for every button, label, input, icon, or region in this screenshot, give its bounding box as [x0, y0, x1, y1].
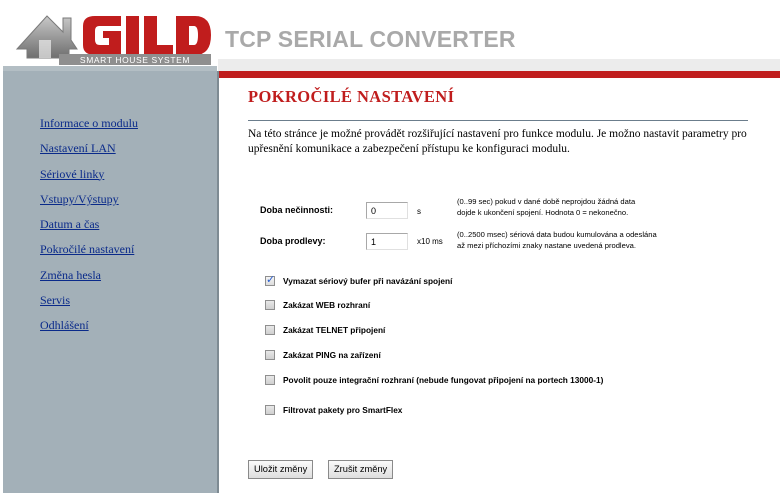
cancel-button[interactable]: Zrušit změny — [328, 460, 394, 479]
integration-only-label: Povolit pouze integrační rozhraní (nebud… — [283, 375, 604, 385]
nav-link-pokrocile-nastaveni[interactable]: Pokročilé nastavení — [40, 242, 134, 256]
delay-label: Doba prodlevy: — [260, 236, 326, 246]
gild-logo: SMART HOUSE SYSTEM — [15, 15, 211, 65]
check-icon: ✓ — [266, 273, 276, 286]
sidebar-item-advanced: Pokročilé nastavení — [40, 240, 138, 265]
header-band — [218, 59, 780, 71]
delay-input[interactable] — [366, 233, 408, 250]
nav-link-zmena-hesla[interactable]: Změna hesla — [40, 268, 101, 282]
sidebar-item-info: Informace o modulu — [40, 114, 138, 139]
smartflex-filter-checkbox[interactable] — [265, 405, 275, 415]
accent-stripe — [218, 71, 780, 78]
sidebar-item-password: Změna hesla — [40, 266, 138, 291]
nav-link-informace-o-modulu[interactable]: Informace o modulu — [40, 116, 138, 130]
idle-timeout-hint: (0..99 sec) pokud v dané době neprojdou … — [457, 197, 757, 218]
disable-ping-checkbox[interactable] — [265, 350, 275, 360]
idle-timeout-label: Doba nečinnosti: — [260, 205, 334, 215]
sidebar-item-datetime: Datum a čas — [40, 215, 138, 240]
disable-web-option[interactable]: Zakázat WEB rozhraní — [265, 298, 370, 312]
nav-link-servis[interactable]: Servis — [40, 293, 70, 307]
sidebar-item-io: Vstupy/Výstupy — [40, 190, 138, 215]
sidebar-item-serial: Sériové linky — [40, 165, 138, 190]
header: SMART HOUSE SYSTEM TCP SERIAL CONVERTER — [0, 0, 780, 65]
disable-web-label: Zakázat WEB rozhraní — [283, 300, 371, 310]
clear-buffer-option[interactable]: ✓ Vymazat sériový bufer při navázání spo… — [265, 274, 452, 288]
idle-timeout-input[interactable] — [366, 202, 408, 219]
nav-link-odhlaseni[interactable]: Odhlášení — [40, 318, 89, 332]
disable-ping-option[interactable]: Zakázat PING na zařízení — [265, 348, 381, 362]
disable-telnet-label: Zakázat TELNET připojení — [283, 325, 386, 335]
delay-hint-line1: (0..2500 msec) sériová data budou kumulo… — [457, 230, 657, 239]
clear-buffer-label: Vymazat sériový bufer při navázání spoje… — [283, 276, 453, 286]
disable-telnet-option[interactable]: Zakázat TELNET připojení — [265, 323, 385, 337]
idle-timeout-hint-line2: dojde k ukončení spojení. Hodnota 0 = ne… — [457, 207, 629, 217]
nav-link-datum-a-cas[interactable]: Datum a čas — [40, 217, 99, 231]
sidebar-item-service: Servis — [40, 291, 138, 316]
smartflex-filter-option[interactable]: Filtrovat pakety pro SmartFlex — [265, 403, 402, 417]
disable-ping-label: Zakázat PING na zařízení — [283, 350, 381, 360]
idle-timeout-hint-line1: (0..99 sec) pokud v dané době neprojdou … — [457, 197, 636, 206]
sidebar-nav: Informace o modulu Nastavení LAN Sériové… — [40, 114, 138, 342]
intro-text: Na této stránce je možné provádět rozšiř… — [248, 128, 747, 155]
logo-tagline: SMART HOUSE SYSTEM — [80, 55, 190, 65]
delay-hint: (0..2500 msec) sériová data budou kumulo… — [457, 230, 757, 251]
integration-only-option[interactable]: Povolit pouze integrační rozhraní (nebud… — [265, 373, 603, 387]
title-divider — [248, 120, 748, 121]
nav-link-seriove-linky[interactable]: Sériové linky — [40, 167, 104, 181]
app-title: TCP SERIAL CONVERTER — [225, 26, 516, 52]
nav-link-vstupy-vystupy[interactable]: Vstupy/Výstupy — [40, 192, 119, 206]
delay-unit: x10 ms — [417, 237, 443, 246]
page-title: POKROČILÉ NASTAVENÍ — [248, 87, 455, 106]
clear-buffer-checkbox[interactable]: ✓ — [265, 273, 276, 286]
integration-only-checkbox[interactable] — [265, 375, 275, 385]
smartflex-filter-label: Filtrovat pakety pro SmartFlex — [283, 405, 403, 415]
disable-web-checkbox[interactable] — [265, 300, 275, 310]
sidebar-item-logout: Odhlášení — [40, 316, 138, 341]
nav-link-nastaveni-lan[interactable]: Nastavení LAN — [40, 141, 116, 155]
sidebar-item-lan: Nastavení LAN — [40, 139, 138, 164]
delay-hint-line2: až mezi příchozími znaky nastane uvedená… — [457, 240, 636, 250]
idle-timeout-unit: s — [417, 207, 421, 216]
save-button[interactable]: Uložit změny — [248, 460, 314, 479]
disable-telnet-checkbox[interactable] — [265, 325, 275, 335]
main-content: POKROČILÉ NASTAVENÍ Na této stránce je m… — [220, 78, 780, 493]
